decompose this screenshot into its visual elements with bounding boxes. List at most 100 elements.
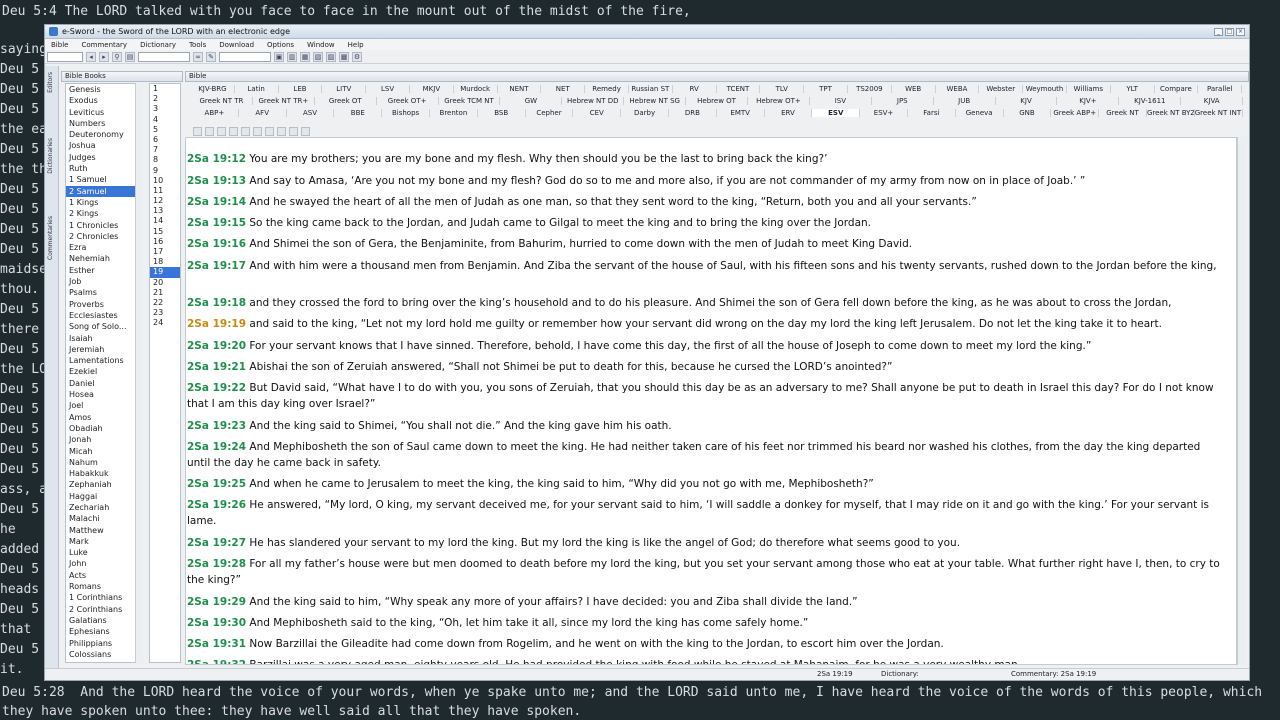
book-item[interactable]: Psalms bbox=[66, 287, 142, 298]
verse-ref[interactable]: 2Sa 19:31 bbox=[187, 638, 246, 650]
book-item[interactable]: Ruth bbox=[66, 163, 142, 174]
version-tab[interactable]: KJVA bbox=[1181, 97, 1244, 105]
version-tab[interactable]: Hebrew OT bbox=[686, 97, 749, 105]
version-tab[interactable]: NET bbox=[541, 85, 586, 93]
version-tab[interactable]: WEB bbox=[892, 85, 936, 93]
version-tab[interactable]: KJV-1611 bbox=[1119, 97, 1182, 105]
books-scrollbar[interactable] bbox=[135, 83, 143, 663]
version-tab[interactable]: Cepher bbox=[526, 109, 574, 117]
menu-download[interactable]: Download bbox=[219, 41, 254, 49]
book-item[interactable]: Matthew bbox=[66, 525, 142, 536]
verse-ref[interactable]: 2Sa 19:18 bbox=[187, 297, 246, 309]
book-item[interactable]: Zephaniah bbox=[66, 479, 142, 490]
book-item[interactable]: Malachi bbox=[66, 513, 142, 524]
copy-icon[interactable] bbox=[193, 126, 202, 136]
verse-ref[interactable]: 2Sa 19:14 bbox=[187, 196, 246, 208]
version-tab[interactable]: JUB bbox=[934, 97, 996, 105]
book-item[interactable]: Numbers bbox=[66, 118, 142, 129]
version-tab[interactable]: Remedy bbox=[585, 85, 629, 93]
back-arrow-icon[interactable]: ◂ bbox=[86, 51, 96, 62]
version-tab[interactable]: LITV bbox=[322, 85, 367, 93]
version-tab[interactable]: Hebrew NT DD bbox=[562, 97, 625, 105]
layout-four-icon[interactable]: ▧ bbox=[313, 51, 323, 62]
book-item[interactable]: Habakkuk bbox=[66, 468, 142, 479]
version-tab[interactable]: ERV bbox=[765, 109, 813, 117]
verse-ref[interactable]: 2Sa 19:24 bbox=[187, 441, 246, 453]
book-item[interactable]: 2 Kings bbox=[66, 208, 142, 219]
search-combo[interactable] bbox=[138, 51, 190, 62]
book-item[interactable]: Nehemiah bbox=[66, 253, 142, 264]
version-tab[interactable]: Greek NT INT+ bbox=[1195, 109, 1243, 117]
menu-dictionary[interactable]: Dictionary bbox=[140, 41, 176, 49]
verse-ref[interactable]: 2Sa 19:22 bbox=[187, 382, 246, 394]
chapter-item[interactable]: 15 bbox=[150, 227, 180, 237]
book-item[interactable]: Genesis bbox=[66, 84, 142, 95]
version-tab[interactable]: Darby bbox=[621, 109, 669, 117]
version-tab[interactable]: TLV bbox=[760, 85, 805, 93]
book-item[interactable]: Mark bbox=[66, 536, 142, 547]
notes-icon[interactable] bbox=[205, 126, 214, 136]
chapter-item[interactable]: 21 bbox=[150, 288, 180, 298]
side-tab-commentaries[interactable]: Commentaries bbox=[47, 216, 57, 260]
binoculars-icon[interactable]: ⚲ bbox=[112, 51, 122, 62]
book-item[interactable]: 1 Corinthians bbox=[66, 592, 142, 603]
book-item[interactable]: Ephesians bbox=[66, 626, 142, 637]
arrow-icon[interactable] bbox=[301, 126, 310, 136]
verse-ref[interactable]: 2Sa 19:32 bbox=[187, 659, 246, 664]
compare-icon[interactable] bbox=[265, 126, 274, 136]
version-tab[interactable]: Greek OT+ bbox=[377, 97, 439, 105]
chapters-list[interactable]: 1 2 3 4 5 6 7 8 9 10 11 12 13 14 15 16 17 18 19 20 21 22 23 24 bbox=[149, 83, 181, 663]
side-tab-editors[interactable]: Editors bbox=[47, 72, 57, 93]
close-button[interactable]: × bbox=[1236, 27, 1245, 36]
version-tab[interactable]: JPS bbox=[872, 97, 934, 105]
book-item[interactable]: Song of Solo... bbox=[66, 321, 142, 332]
version-tab[interactable]: Hebrew OT+ bbox=[748, 97, 810, 105]
version-tab[interactable]: Farsi bbox=[908, 109, 956, 117]
version-tab[interactable]: RV bbox=[673, 85, 717, 93]
book-item[interactable]: Ecclesiastes bbox=[66, 310, 142, 321]
version-tab[interactable]: KJV-BRG bbox=[191, 85, 235, 93]
version-tab[interactable]: Greek NT bbox=[1099, 109, 1147, 117]
book-item[interactable]: Joshua bbox=[66, 140, 142, 151]
book-item[interactable]: Acts bbox=[66, 570, 142, 581]
version-tab[interactable]: ISV bbox=[810, 97, 872, 105]
version-tab[interactable]: ASV bbox=[287, 109, 335, 117]
book-item[interactable]: Colossians bbox=[66, 649, 142, 660]
version-tab[interactable]: Brenton bbox=[430, 109, 478, 117]
version-tab[interactable]: DRB bbox=[669, 109, 717, 117]
list-icon[interactable] bbox=[289, 126, 298, 136]
version-tab[interactable]: Weymouth bbox=[1023, 85, 1067, 93]
version-tab[interactable]: AFV bbox=[239, 109, 287, 117]
chapter-item[interactable]: 23 bbox=[150, 308, 180, 318]
chapter-item[interactable]: 9 bbox=[150, 166, 180, 176]
book-item[interactable]: 1 Kings bbox=[66, 197, 142, 208]
book-icon[interactable] bbox=[241, 126, 250, 136]
book-item[interactable]: Romans bbox=[66, 581, 142, 592]
forward-arrow-icon[interactable]: ▸ bbox=[99, 51, 109, 62]
verse-ref[interactable]: 2Sa 19:20 bbox=[187, 340, 246, 352]
version-tab[interactable]: BBE bbox=[334, 109, 383, 117]
book-item[interactable]: Nahum bbox=[66, 457, 142, 468]
version-tab[interactable]: Greek ABP+ bbox=[1051, 109, 1100, 117]
chapter-item[interactable]: 3 bbox=[150, 104, 180, 114]
book-item[interactable]: 1 Samuel bbox=[66, 174, 142, 185]
version-tab[interactable]: MKJV bbox=[410, 85, 454, 93]
version-tab[interactable]: GW bbox=[500, 97, 563, 105]
verse-ref[interactable]: 2Sa 19:23 bbox=[187, 420, 246, 432]
layout-five-icon[interactable]: ▨ bbox=[326, 51, 336, 62]
settings-icon[interactable]: ⚙ bbox=[352, 51, 362, 62]
verse-ref[interactable]: 2Sa 19:12 bbox=[187, 153, 246, 165]
verse-ref[interactable]: 2Sa 19:17 bbox=[187, 260, 246, 272]
chapter-item[interactable]: 6 bbox=[150, 135, 180, 145]
tile-icon[interactable]: ▩ bbox=[339, 51, 349, 62]
book-item[interactable]: 2 Corinthians bbox=[66, 604, 142, 615]
version-tab[interactable]: Russian ST bbox=[629, 85, 673, 93]
version-tab[interactable]: Greek NT TR+ bbox=[253, 97, 315, 105]
font-icon[interactable] bbox=[217, 126, 226, 136]
chapter-item[interactable]: 10 bbox=[150, 176, 180, 186]
version-tab[interactable]: Greek OT bbox=[315, 97, 377, 105]
delete-icon[interactable] bbox=[229, 126, 238, 136]
bible-text-scrollbar[interactable] bbox=[1237, 137, 1247, 665]
chapter-item[interactable]: 2 bbox=[150, 94, 180, 104]
chapter-item[interactable]: 13 bbox=[150, 206, 180, 216]
